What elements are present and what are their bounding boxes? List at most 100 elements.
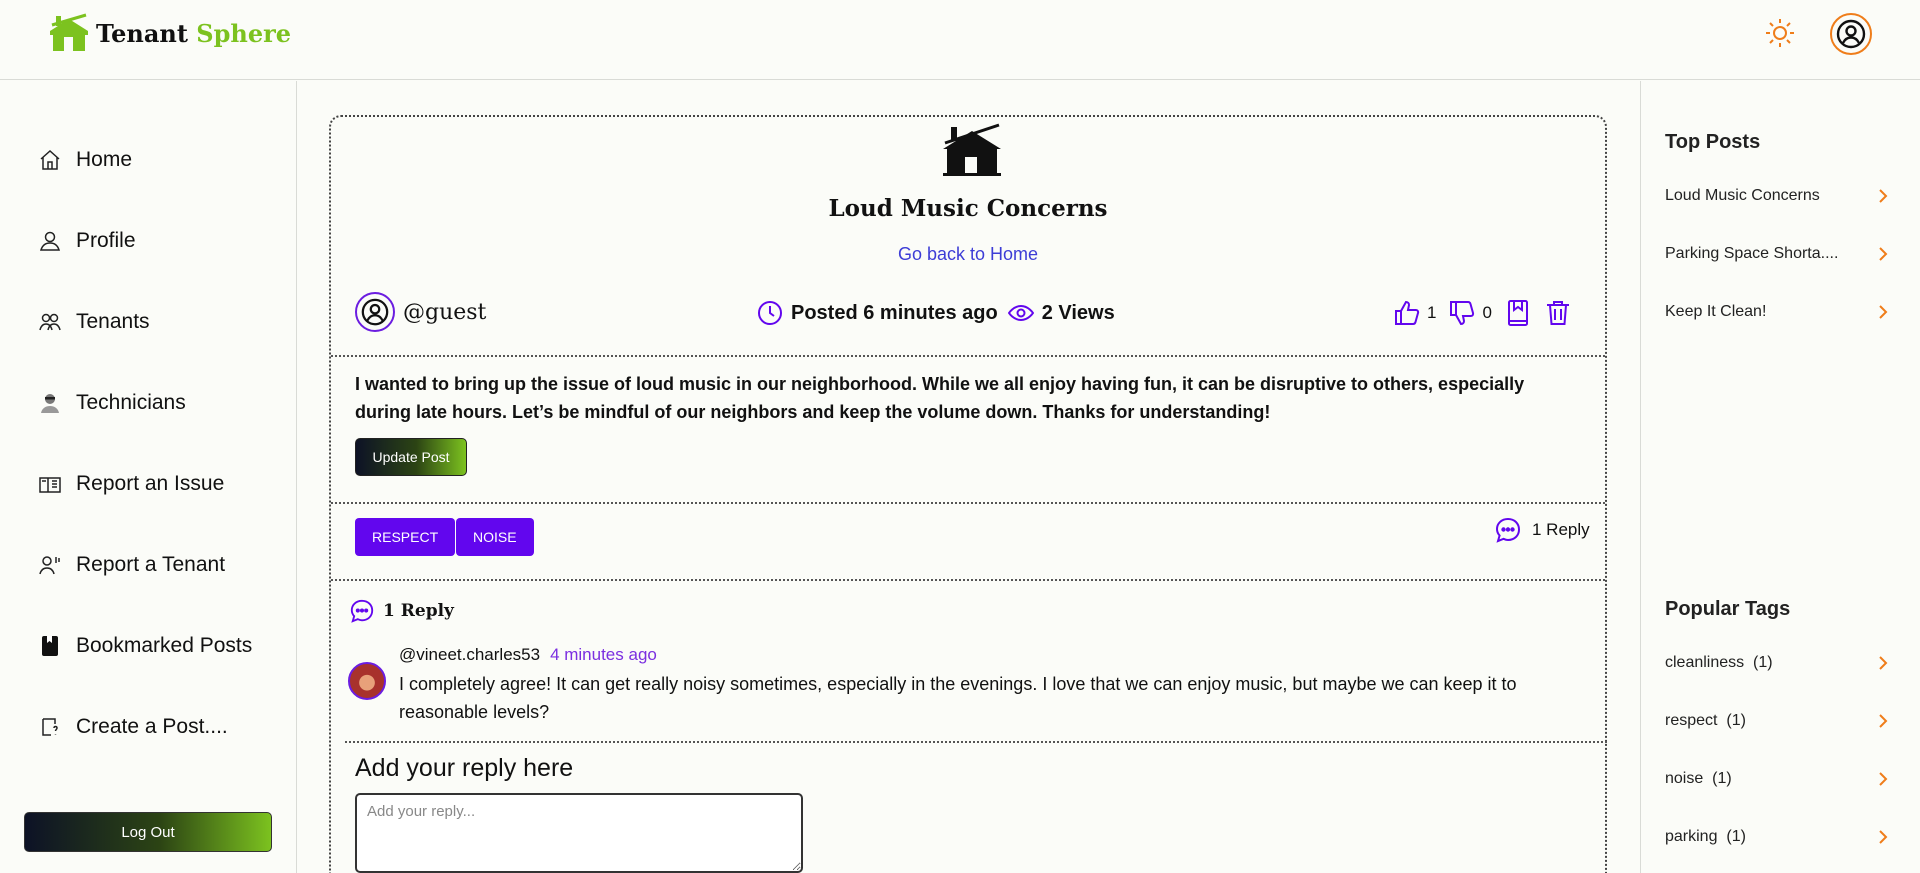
sun-icon [1766,19,1794,47]
report-tenant-icon [39,556,60,575]
dislike-button[interactable]: 0 [1448,299,1492,327]
post-card: Loud Music Concerns Go back to Home @gue… [329,115,1607,873]
clock-icon [758,301,782,325]
chevron-right-icon [1879,714,1888,728]
divider [331,355,1605,357]
post-title: Loud Music Concerns [828,195,1108,222]
dislike-count: 0 [1482,303,1492,322]
sidebar-item-label: Create a Post.... [76,715,228,738]
replies-heading-label: 1 Reply [383,601,454,621]
go-back-home-link[interactable]: Go back to Home [331,244,1605,265]
theme-toggle-button[interactable] [1763,16,1797,50]
chat-bubble-icon [350,599,374,623]
logout-button[interactable]: Log Out [24,812,272,852]
popular-tag-item[interactable]: noise (1) [1665,770,1891,788]
thumbs-up-icon [1395,300,1420,325]
right-panel: Top Posts Loud Music Concerns Parking Sp… [1640,81,1920,873]
popular-tag-label: noise (1) [1665,770,1732,787]
sidebar-item-profile[interactable]: Profile [38,229,136,253]
chevron-right-icon [1879,830,1888,844]
post-author[interactable]: @guest [355,292,486,332]
top-posts-title: Top Posts [1665,131,1761,153]
popular-tag-item[interactable]: parking (1) [1665,828,1891,846]
top-post-item[interactable]: Parking Space Shorta.... [1665,245,1891,263]
sidebar-item-report-tenant[interactable]: Report a Tenant [38,553,225,577]
popular-tag-label: parking (1) [1665,828,1746,845]
top-post-label: Parking Space Shorta.... [1665,245,1839,262]
chevron-right-icon [1879,305,1888,319]
reply-username[interactable]: @vineet.charles53 [399,645,540,665]
top-post-item[interactable]: Loud Music Concerns [1665,187,1891,205]
sidebar: Home Profile Tenants Technicians Report … [0,81,297,873]
users-icon [39,313,61,331]
add-reply-title: Add your reply here [355,754,574,782]
sidebar-item-bookmarked[interactable]: Bookmarked Posts [38,634,252,658]
sidebar-item-technicians[interactable]: Technicians [38,391,186,415]
technician-icon [41,394,59,413]
popular-tags-title: Popular Tags [1665,598,1791,620]
avatar[interactable] [348,662,386,700]
reply-input[interactable] [355,793,803,873]
divider [331,579,1605,581]
like-count: 1 [1427,303,1437,322]
avatar [355,292,395,332]
reply-text: I completely agree! It can get really no… [399,674,1517,722]
popular-tag-item[interactable]: cleanliness (1) [1665,654,1891,672]
reply-count-label: 1 Reply [1532,520,1590,539]
bookmark-icon [42,636,58,656]
user-circle-icon [1836,19,1866,49]
sidebar-item-label: Home [76,148,133,171]
home-icon [40,149,60,170]
chevron-right-icon [1879,247,1888,261]
sidebar-item-home[interactable]: Home [38,148,132,172]
sidebar-item-label: Technicians [76,391,186,414]
popular-tag-label: cleanliness (1) [1665,654,1773,671]
house-icon [943,123,1001,176]
top-post-label: Loud Music Concerns [1665,187,1820,204]
post-body: I wanted to bring up the issue of loud m… [355,374,1525,422]
brand-name: Tenant Sphere [96,18,292,48]
like-button[interactable]: 1 [1393,299,1436,327]
reply-count[interactable]: 1 Reply [1494,516,1590,544]
tag-noise[interactable]: NOISE [456,518,534,556]
replies-heading: 1 Reply [349,598,454,624]
posted-time: Posted 6 minutes ago [791,301,998,324]
tag-respect[interactable]: RESPECT [355,518,456,556]
user-icon [39,231,61,251]
brand-logo[interactable]: Tenant Sphere [48,13,291,53]
sidebar-item-label: Report a Tenant [76,553,226,576]
eye-icon [1007,304,1034,322]
sidebar-item-label: Profile [76,229,136,252]
reply-meta: @vineet.charles53 4 minutes ago [399,645,657,665]
sidebar-item-label: Tenants [76,310,150,333]
sidebar-item-label: Bookmarked Posts [76,634,253,657]
author-name: @guest [403,299,487,325]
sidebar-item-tenants[interactable]: Tenants [38,310,150,334]
chat-bubble-icon [1495,517,1521,543]
view-count: 2 Views [1041,301,1115,324]
top-post-item[interactable]: Keep It Clean! [1665,303,1891,321]
reply-time: 4 minutes ago [550,645,657,664]
sidebar-item-report-issue[interactable]: Report an Issue [38,472,224,496]
create-post-icon [42,718,58,736]
house-logo-icon [50,13,88,51]
chevron-right-icon [1879,189,1888,203]
thumbs-down-icon [1450,301,1475,326]
divider [345,741,1607,743]
chevron-right-icon [1879,656,1888,670]
user-circle-icon [361,298,389,326]
trash-icon[interactable] [1544,299,1572,327]
sidebar-item-create-post[interactable]: Create a Post.... [38,715,228,739]
report-issue-icon [39,477,61,493]
top-header: Tenant Sphere [0,0,1920,80]
divider [331,502,1605,504]
popular-tag-label: respect (1) [1665,712,1746,729]
bookmark-icon[interactable] [1504,299,1532,327]
sidebar-item-label: Report an Issue [76,472,225,495]
chevron-right-icon [1879,772,1888,786]
update-post-button[interactable]: Update Post [355,438,467,476]
post-meta: Posted 6 minutes ago 2 Views [757,300,1115,326]
post-actions: 1 0 [1393,299,1572,327]
account-button[interactable] [1830,13,1872,55]
popular-tag-item[interactable]: respect (1) [1665,712,1891,730]
